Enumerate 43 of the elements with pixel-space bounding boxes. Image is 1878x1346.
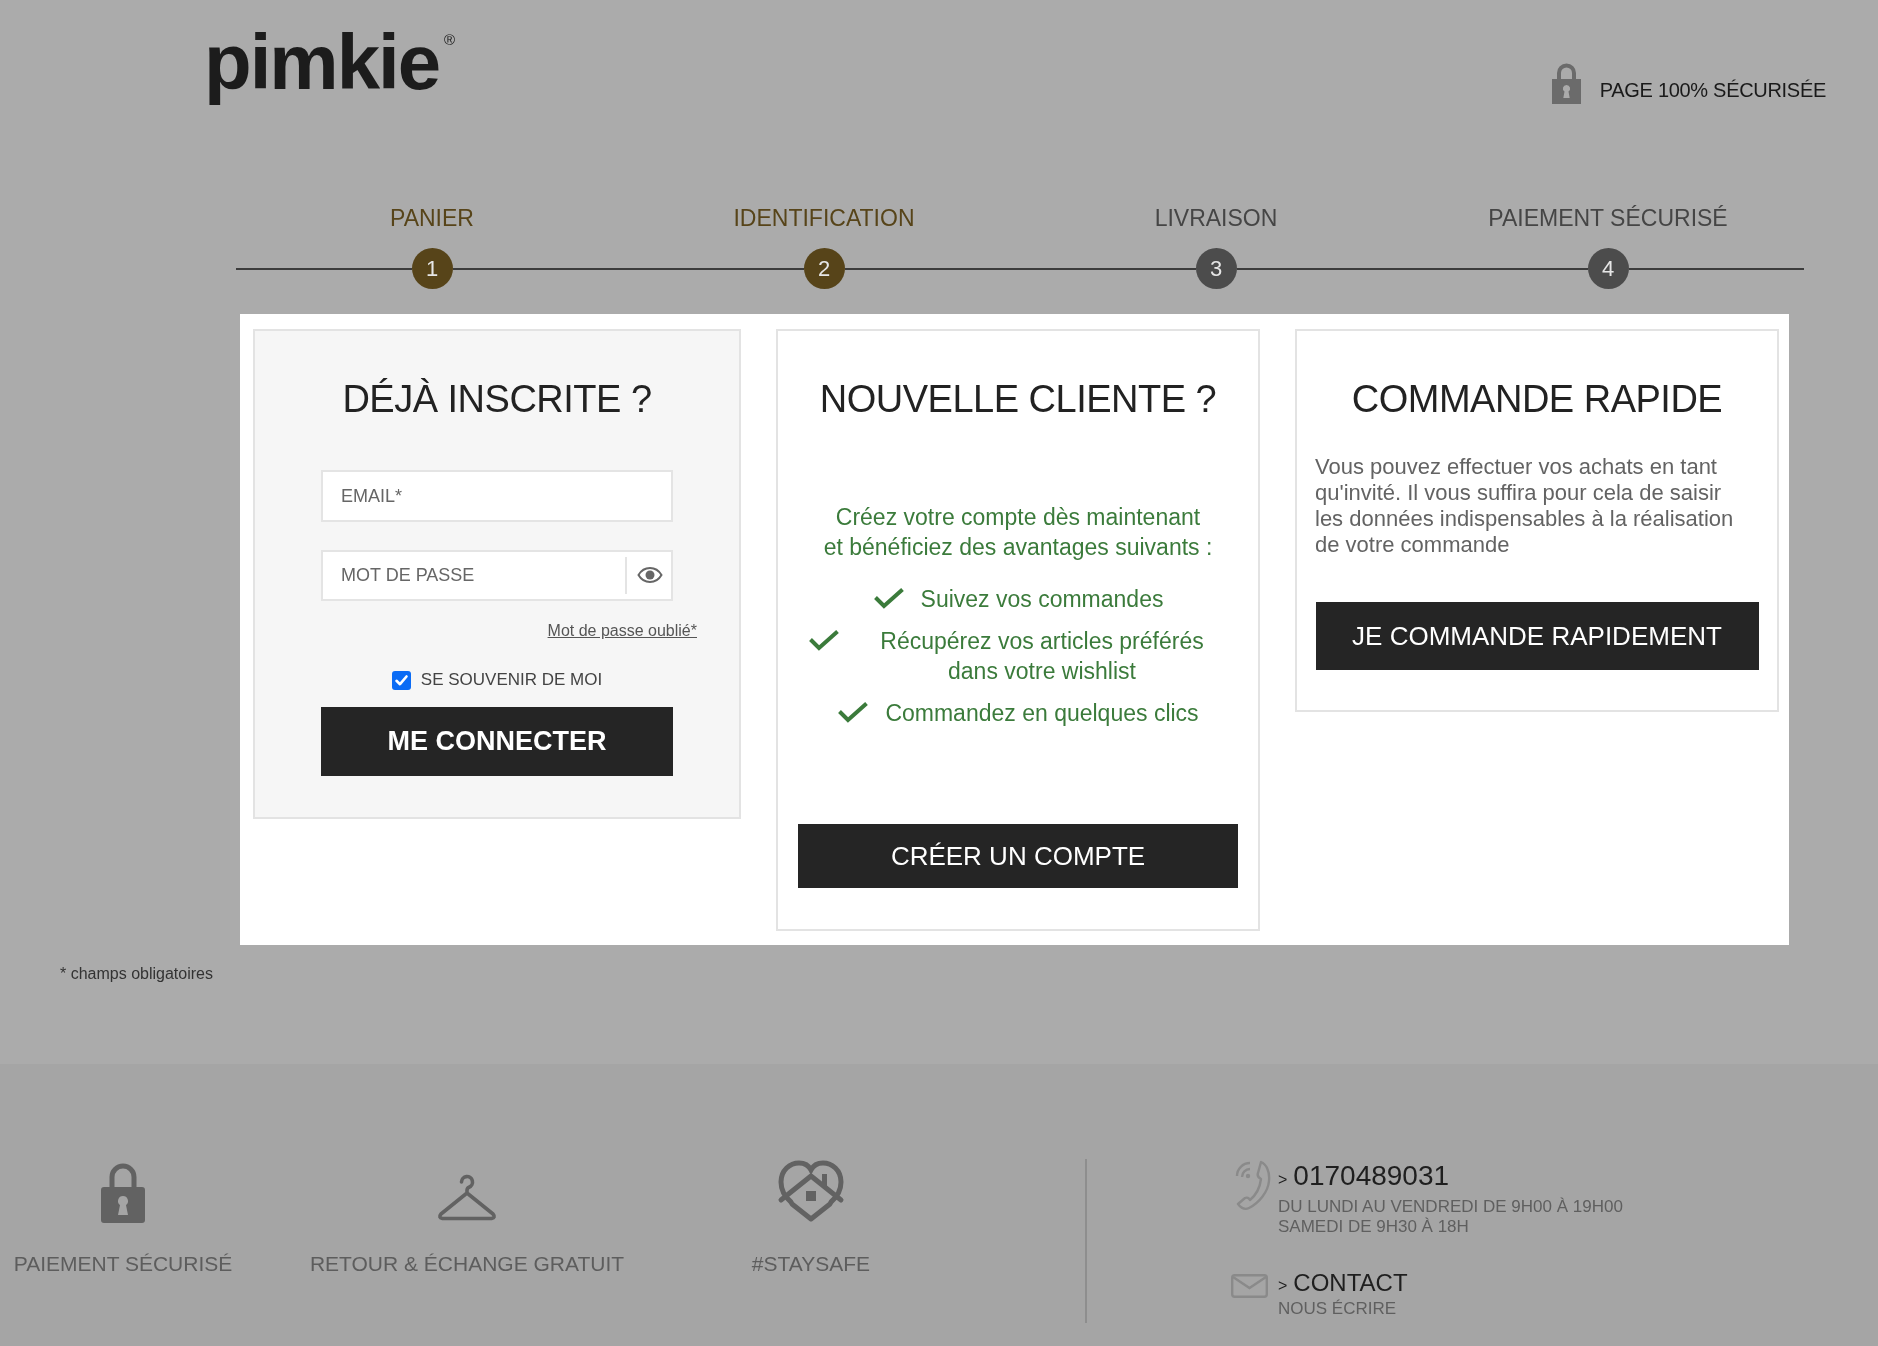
step-label: IDENTIFICATION <box>733 204 915 232</box>
remember-checkbox[interactable] <box>391 670 411 690</box>
contact-link[interactable]: > 0170489031 <box>1278 1159 1450 1197</box>
step-number: 1 <box>411 248 453 289</box>
feature-label: PAIEMENT SÉCURISÉ <box>13 1251 233 1277</box>
eye-icon[interactable] <box>637 567 663 583</box>
login-button[interactable]: ME CONNECTER <box>321 707 673 776</box>
guest-order-button[interactable]: JE COMMANDE RAPIDEMENT <box>1315 602 1759 670</box>
step-number: 3 <box>1195 248 1237 289</box>
card-title: COMMANDE RAPIDE <box>1351 377 1723 422</box>
lock-icon <box>1550 62 1582 104</box>
contact-detail: SAMEDI DE 9H30 À 18H <box>1278 1217 1469 1237</box>
create-account-button[interactable]: CRÉER UN COMPTE <box>798 824 1238 888</box>
hanger-icon <box>437 1174 497 1223</box>
step-label: PAIEMENT SÉCURISÉ <box>1488 204 1728 232</box>
check-icon <box>808 629 840 651</box>
feature-label: #STAYSAFE <box>751 1251 871 1277</box>
email-field[interactable]: EMAIL* <box>321 470 673 522</box>
check-icon <box>837 701 870 723</box>
phone-icon <box>1234 1159 1272 1211</box>
forgot-password-link[interactable]: Mot de passe oublié* <box>547 620 697 642</box>
check-icon <box>872 587 905 609</box>
contact-link[interactable]: > CONTACT <box>1278 1270 1408 1299</box>
contact-detail: DU LUNDI AU VENDREDI DE 9H00 À 19H00 <box>1278 1197 1623 1217</box>
step-number: 4 <box>1587 248 1629 289</box>
guest-description: Vous pouvez effectuer vos achats en tant qu'invité. Il vous suffira pour cela de saisir les données indispensables à la réalisation de votre commande <box>1314 454 1735 558</box>
secure-page-label: PAGE 100% SÉCURISÉE <box>1599 78 1826 102</box>
step-label: PANIER <box>390 204 474 232</box>
remember-label[interactable]: SE SOUVENIR DE MOI <box>420 670 603 690</box>
contact-detail: NOUS ÉCRIRE <box>1278 1299 1397 1319</box>
password-field[interactable]: MOT DE PASSE <box>321 550 673 601</box>
card-title: DÉJÀ INSCRITE ? <box>342 377 652 422</box>
benefit-text: Commandez en quelques clics <box>885 699 1199 728</box>
heart-house-icon <box>777 1160 845 1223</box>
step-label: LIVRAISON <box>1154 204 1278 232</box>
signup-intro: Créez votre compte dès maintenant et bénéficiez des avantages suivants : <box>823 503 1213 562</box>
required-fields-note: * champs obligatoires <box>60 964 213 984</box>
step-number: 2 <box>803 248 845 289</box>
benefit-text: Récupérez vos articles préférés dans votre wishlist <box>879 627 1205 686</box>
feature-label: RETOUR & ÉCHANGE GRATUIT <box>309 1251 625 1277</box>
envelope-icon <box>1231 1274 1268 1298</box>
benefit-text: Suivez vos commandes <box>920 585 1164 614</box>
card-title: NOUVELLE CLIENTE ? <box>819 377 1217 422</box>
